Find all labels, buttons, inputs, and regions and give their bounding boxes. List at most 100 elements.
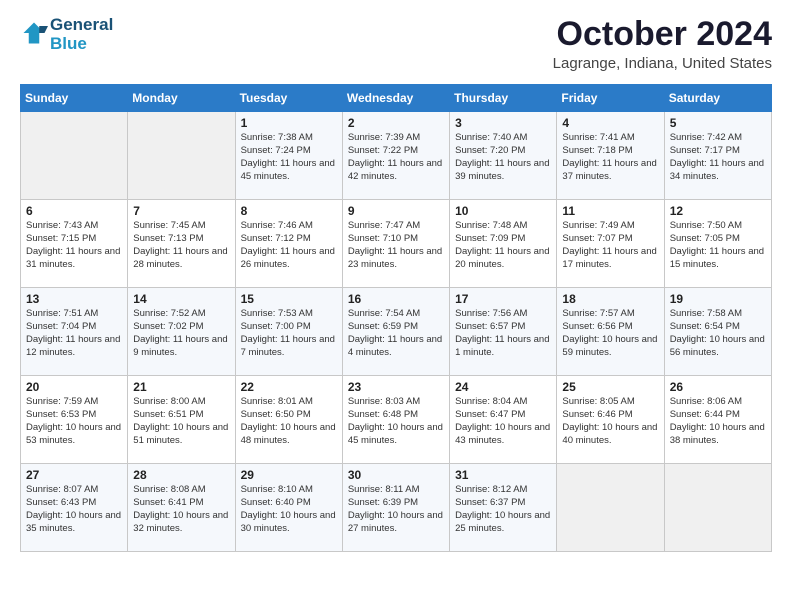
cell-info: Sunrise: 7:41 AM Sunset: 7:18 PM Dayligh… [562, 132, 658, 183]
day-number: 10 [455, 204, 551, 218]
cell-info: Sunrise: 7:51 AM Sunset: 7:04 PM Dayligh… [26, 308, 122, 359]
calendar-week-row: 6 Sunrise: 7:43 AM Sunset: 7:15 PM Daylig… [21, 200, 772, 288]
day-number: 30 [348, 468, 444, 482]
calendar-week-row: 13 Sunrise: 7:51 AM Sunset: 7:04 PM Dayli… [21, 288, 772, 376]
title-block: October 2024 Lagrange, Indiana, United S… [553, 16, 772, 72]
day-number: 26 [670, 380, 766, 394]
day-number: 31 [455, 468, 551, 482]
calendar-cell: 22Sunrise: 8:01 AM Sunset: 6:50 PM Dayli… [235, 376, 342, 464]
cell-info: Sunrise: 7:47 AM Sunset: 7:10 PM Dayligh… [348, 220, 444, 271]
day-number: 25 [562, 380, 658, 394]
logo-icon [20, 19, 48, 47]
col-header-saturday: Saturday [664, 85, 771, 112]
calendar-cell: 11 Sunrise: 7:49 AM Sunset: 7:07 PM Dayli… [557, 200, 664, 288]
day-number: 9 [348, 204, 444, 218]
cell-info: Sunrise: 7:53 AM Sunset: 7:00 PM Dayligh… [241, 308, 337, 359]
day-number: 19 [670, 292, 766, 306]
calendar-cell: 6 Sunrise: 7:43 AM Sunset: 7:15 PM Daylig… [21, 200, 128, 288]
calendar-cell: 8 Sunrise: 7:46 AM Sunset: 7:12 PM Daylig… [235, 200, 342, 288]
col-header-friday: Friday [557, 85, 664, 112]
calendar-week-row: 20Sunrise: 7:59 AM Sunset: 6:53 PM Dayli… [21, 376, 772, 464]
col-header-wednesday: Wednesday [342, 85, 449, 112]
calendar-cell: 23Sunrise: 8:03 AM Sunset: 6:48 PM Dayli… [342, 376, 449, 464]
day-number: 28 [133, 468, 229, 482]
day-number: 16 [348, 292, 444, 306]
day-number: 3 [455, 116, 551, 130]
calendar-cell [21, 112, 128, 200]
calendar-cell: 28 Sunrise: 8:08 AM Sunset: 6:41 PM Dayli… [128, 464, 235, 552]
cell-info: Sunrise: 8:04 AM Sunset: 6:47 PM Dayligh… [455, 396, 551, 447]
calendar-cell: 5 Sunrise: 7:42 AM Sunset: 7:17 PM Daylig… [664, 112, 771, 200]
cell-info: Sunrise: 7:58 AM Sunset: 6:54 PM Dayligh… [670, 308, 766, 359]
calendar-cell: 27Sunrise: 8:07 AM Sunset: 6:43 PM Dayli… [21, 464, 128, 552]
cell-info: Sunrise: 8:05 AM Sunset: 6:46 PM Dayligh… [562, 396, 658, 447]
cell-info: Sunrise: 8:11 AM Sunset: 6:39 PM Dayligh… [348, 484, 444, 535]
calendar-cell: 19 Sunrise: 7:58 AM Sunset: 6:54 PM Dayli… [664, 288, 771, 376]
calendar-cell [557, 464, 664, 552]
calendar-cell: 30 Sunrise: 8:11 AM Sunset: 6:39 PM Dayli… [342, 464, 449, 552]
month-title: October 2024 [553, 16, 772, 53]
day-number: 29 [241, 468, 337, 482]
calendar-cell: 24Sunrise: 8:04 AM Sunset: 6:47 PM Dayli… [450, 376, 557, 464]
cell-info: Sunrise: 7:49 AM Sunset: 7:07 PM Dayligh… [562, 220, 658, 271]
col-header-tuesday: Tuesday [235, 85, 342, 112]
day-number: 21 [133, 380, 229, 394]
calendar-cell: 16 Sunrise: 7:54 AM Sunset: 6:59 PM Dayli… [342, 288, 449, 376]
day-number: 11 [562, 204, 658, 218]
calendar-header-row: SundayMondayTuesdayWednesdayThursdayFrid… [21, 85, 772, 112]
cell-info: Sunrise: 7:48 AM Sunset: 7:09 PM Dayligh… [455, 220, 551, 271]
day-number: 5 [670, 116, 766, 130]
logo-text: General Blue [50, 16, 113, 53]
day-number: 15 [241, 292, 337, 306]
header: General Blue October 2024 Lagrange, Indi… [20, 16, 772, 72]
day-number: 6 [26, 204, 122, 218]
col-header-sunday: Sunday [21, 85, 128, 112]
day-number: 4 [562, 116, 658, 130]
calendar-week-row: 27Sunrise: 8:07 AM Sunset: 6:43 PM Dayli… [21, 464, 772, 552]
calendar-cell: 7 Sunrise: 7:45 AM Sunset: 7:13 PM Daylig… [128, 200, 235, 288]
cell-info: Sunrise: 8:06 AM Sunset: 6:44 PM Dayligh… [670, 396, 766, 447]
cell-info: Sunrise: 7:45 AM Sunset: 7:13 PM Dayligh… [133, 220, 229, 271]
cell-info: Sunrise: 7:43 AM Sunset: 7:15 PM Dayligh… [26, 220, 122, 271]
calendar-cell: 29Sunrise: 8:10 AM Sunset: 6:40 PM Dayli… [235, 464, 342, 552]
cell-info: Sunrise: 7:46 AM Sunset: 7:12 PM Dayligh… [241, 220, 337, 271]
cell-info: Sunrise: 8:12 AM Sunset: 6:37 PM Dayligh… [455, 484, 551, 535]
cell-info: Sunrise: 7:38 AM Sunset: 7:24 PM Dayligh… [241, 132, 337, 183]
calendar-cell: 1Sunrise: 7:38 AM Sunset: 7:24 PM Daylig… [235, 112, 342, 200]
cell-info: Sunrise: 8:01 AM Sunset: 6:50 PM Dayligh… [241, 396, 337, 447]
calendar-cell: 13 Sunrise: 7:51 AM Sunset: 7:04 PM Dayli… [21, 288, 128, 376]
calendar-cell [128, 112, 235, 200]
cell-info: Sunrise: 8:08 AM Sunset: 6:41 PM Dayligh… [133, 484, 229, 535]
calendar-cell: 14 Sunrise: 7:52 AM Sunset: 7:02 PM Dayli… [128, 288, 235, 376]
calendar-cell: 3 Sunrise: 7:40 AM Sunset: 7:20 PM Daylig… [450, 112, 557, 200]
col-header-thursday: Thursday [450, 85, 557, 112]
page: General Blue October 2024 Lagrange, Indi… [0, 0, 792, 568]
logo: General Blue [20, 16, 113, 53]
calendar-cell: 17Sunrise: 7:56 AM Sunset: 6:57 PM Dayli… [450, 288, 557, 376]
calendar-cell: 18 Sunrise: 7:57 AM Sunset: 6:56 PM Dayli… [557, 288, 664, 376]
cell-info: Sunrise: 7:50 AM Sunset: 7:05 PM Dayligh… [670, 220, 766, 271]
cell-info: Sunrise: 7:42 AM Sunset: 7:17 PM Dayligh… [670, 132, 766, 183]
day-number: 2 [348, 116, 444, 130]
calendar-cell: 9 Sunrise: 7:47 AM Sunset: 7:10 PM Daylig… [342, 200, 449, 288]
day-number: 8 [241, 204, 337, 218]
day-number: 18 [562, 292, 658, 306]
calendar-cell: 20Sunrise: 7:59 AM Sunset: 6:53 PM Dayli… [21, 376, 128, 464]
cell-info: Sunrise: 7:39 AM Sunset: 7:22 PM Dayligh… [348, 132, 444, 183]
cell-info: Sunrise: 8:07 AM Sunset: 6:43 PM Dayligh… [26, 484, 122, 535]
cell-info: Sunrise: 7:52 AM Sunset: 7:02 PM Dayligh… [133, 308, 229, 359]
day-number: 17 [455, 292, 551, 306]
calendar-cell: 2 Sunrise: 7:39 AM Sunset: 7:22 PM Daylig… [342, 112, 449, 200]
calendar-cell: 25 Sunrise: 8:05 AM Sunset: 6:46 PM Dayli… [557, 376, 664, 464]
location: Lagrange, Indiana, United States [553, 55, 772, 72]
cell-info: Sunrise: 7:57 AM Sunset: 6:56 PM Dayligh… [562, 308, 658, 359]
day-number: 14 [133, 292, 229, 306]
cell-info: Sunrise: 7:54 AM Sunset: 6:59 PM Dayligh… [348, 308, 444, 359]
cell-info: Sunrise: 7:40 AM Sunset: 7:20 PM Dayligh… [455, 132, 551, 183]
cell-info: Sunrise: 7:59 AM Sunset: 6:53 PM Dayligh… [26, 396, 122, 447]
day-number: 7 [133, 204, 229, 218]
day-number: 13 [26, 292, 122, 306]
calendar-cell: 21Sunrise: 8:00 AM Sunset: 6:51 PM Dayli… [128, 376, 235, 464]
calendar-cell: 4 Sunrise: 7:41 AM Sunset: 7:18 PM Daylig… [557, 112, 664, 200]
day-number: 12 [670, 204, 766, 218]
